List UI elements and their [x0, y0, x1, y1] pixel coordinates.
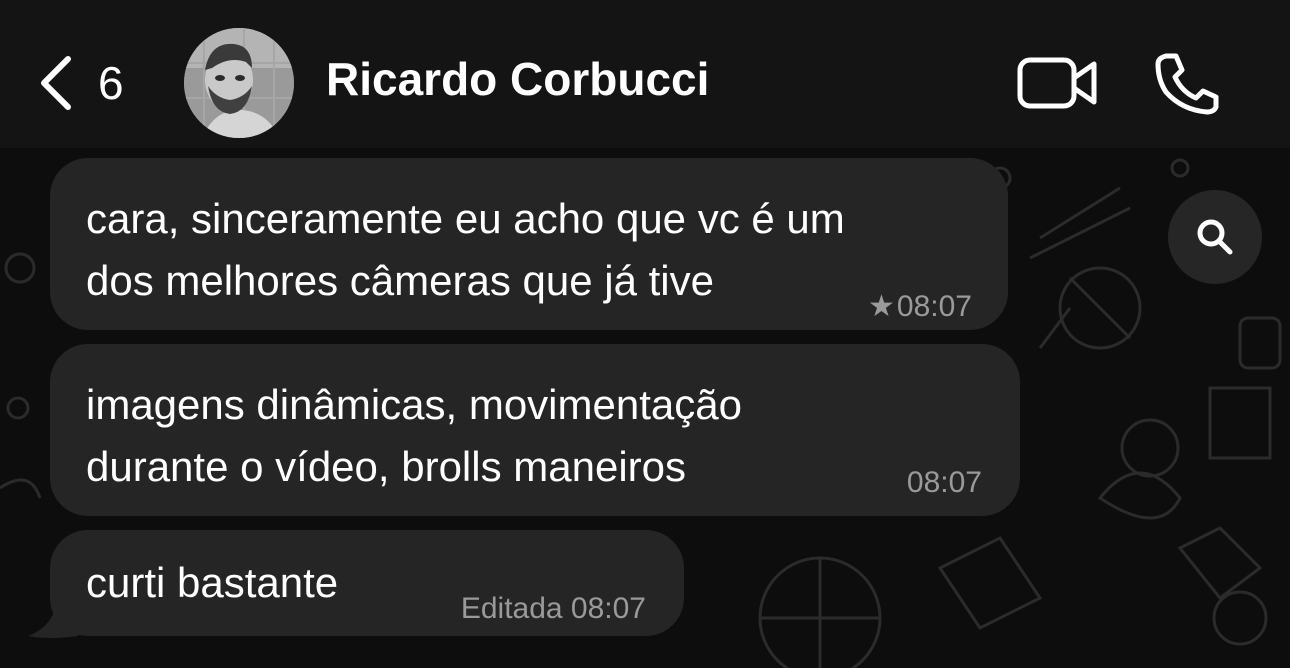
video-camera-icon [1017, 57, 1097, 109]
message-text: cara, sinceramente eu acho que vc é um d… [86, 188, 845, 312]
message-line: durante o vídeo, brolls maneiros [86, 443, 686, 490]
contact-name[interactable]: Ricardo Corbucci [326, 56, 709, 102]
contact-photo [184, 28, 294, 138]
message-time: 08:07 [906, 466, 982, 499]
message-bubble[interactable]: imagens dinâmicas, movimentação durante … [50, 344, 1020, 516]
message-time: 08:07 [896, 290, 972, 323]
message-bubble[interactable]: curti bastante Editada 08:07 [50, 530, 684, 636]
unread-count: 6 [98, 57, 124, 109]
chat-header: 6 Ricardo Corbucci [0, 0, 1290, 148]
message-meta: Editada 08:07 [461, 594, 646, 624]
avatar[interactable] [184, 28, 294, 138]
phone-icon [1155, 53, 1219, 115]
message-line: dos melhores câmeras que já tive [86, 257, 714, 304]
message-line: curti bastante [86, 559, 339, 606]
chevron-left-icon [41, 56, 71, 110]
back-button[interactable]: 6 [34, 48, 144, 118]
chat-area[interactable]: cara, sinceramente eu acho que vc é um d… [0, 148, 1290, 668]
edited-label: Editada [460, 592, 563, 625]
chat-screen: 6 Ricardo Corbucci cara, sinceramente eu… [0, 0, 1290, 668]
message-text: curti bastante [86, 552, 338, 614]
message-text: imagens dinâmicas, movimentação durante … [86, 374, 742, 498]
search-button[interactable] [1168, 190, 1262, 284]
video-call-button[interactable] [1016, 54, 1100, 112]
search-icon [1197, 219, 1233, 255]
message-line: cara, sinceramente eu acho que vc é um [86, 195, 845, 242]
voice-call-button[interactable] [1152, 50, 1222, 116]
star-icon: ★ [868, 290, 895, 323]
message-line: imagens dinâmicas, movimentação [86, 381, 742, 428]
message-meta: ★08:07 [868, 292, 972, 322]
message-bubble[interactable]: cara, sinceramente eu acho que vc é um d… [50, 158, 1008, 330]
message-time: 08:07 [570, 592, 646, 625]
message-meta: 08:07 [907, 468, 982, 498]
